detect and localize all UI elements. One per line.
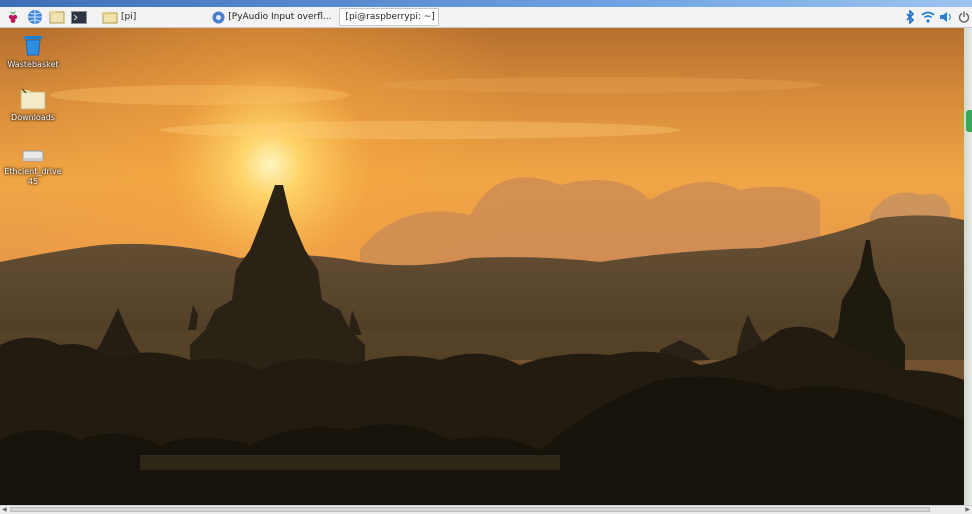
taskbar-window-file-manager[interactable]: [pi]	[100, 9, 140, 25]
folder-icon	[102, 11, 118, 23]
power-icon[interactable]	[956, 9, 972, 25]
drive-icon	[22, 150, 44, 162]
taskbar-window-browser[interactable]: [PyAudio Input overfl...	[210, 9, 335, 25]
system-tray	[900, 7, 972, 27]
taskbar-window-label: [pi@raspberrypi: ~]	[345, 12, 435, 22]
taskbar-window-terminal[interactable]: [pi@raspberrypi: ~]	[339, 8, 440, 26]
bluetooth-icon[interactable]	[902, 9, 918, 25]
side-scroll-handle[interactable]	[966, 110, 972, 132]
raspberry-menu-icon[interactable]	[4, 9, 22, 25]
desktop-icon-wastebasket[interactable]: Wastebasket	[1, 33, 65, 70]
desktop-icon-label: Wastebasket	[7, 60, 59, 69]
taskbar: [pi] [PyAudio Input overfl... [pi@raspbe…	[0, 7, 972, 28]
web-browser-icon[interactable]	[26, 9, 44, 25]
file-manager-icon[interactable]	[48, 9, 66, 25]
desktop-wallpaper	[0, 0, 972, 513]
window-title-strip	[0, 0, 972, 7]
right-window-edge	[964, 27, 972, 505]
scroll-left-arrow-icon[interactable]: ◀	[2, 506, 7, 513]
taskbar-window-label: [pi]	[121, 12, 137, 22]
wastebasket-icon	[24, 36, 42, 56]
terminal-icon[interactable]	[70, 9, 88, 25]
chromium-icon	[212, 11, 225, 23]
desktop-icon-drive[interactable]: Ethcient_drive 45	[1, 148, 65, 187]
desktop-icon-downloads[interactable]: Downloads	[1, 88, 65, 123]
desktop-icon-label: Ethcient_drive 45	[4, 167, 62, 186]
wifi-icon[interactable]	[920, 9, 936, 25]
downloads-folder-icon	[20, 88, 46, 110]
volume-icon[interactable]	[938, 9, 954, 25]
scrollbar-thumb[interactable]	[10, 507, 930, 512]
taskbar-window-label: [PyAudio Input overfl...	[228, 12, 332, 22]
scroll-right-arrow-icon[interactable]: ▶	[965, 506, 970, 513]
desktop-icon-label: Downloads	[11, 113, 55, 122]
